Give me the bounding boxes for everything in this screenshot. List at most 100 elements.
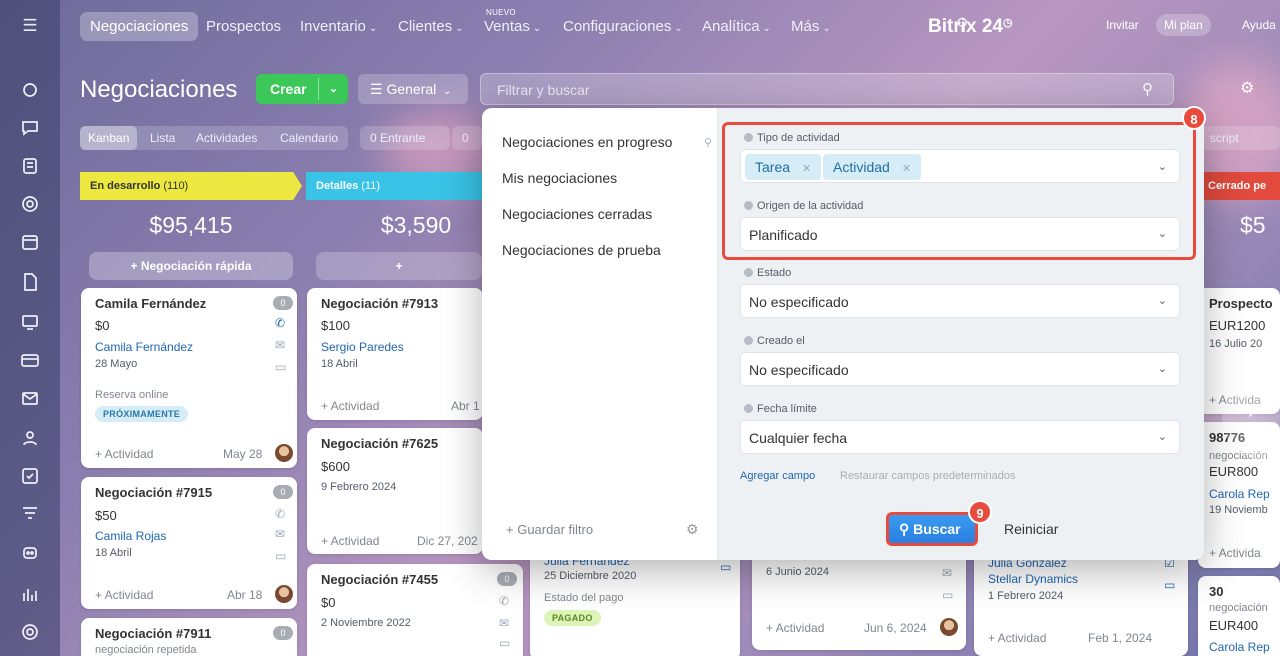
deal-card[interactable]: 30 negociación EUR400 Carola Rep xyxy=(1198,576,1280,656)
deal-card[interactable]: Negociación #7915 0 $50 Camila Rojas ✆ ✉… xyxy=(81,477,297,609)
chat-icon[interactable]: ▭ xyxy=(942,588,953,602)
counter-badge: 0 xyxy=(273,485,293,499)
nav-configuraciones[interactable]: Configuraciones ⌄ xyxy=(563,18,683,35)
nav-mas[interactable]: Más ⌄ xyxy=(791,18,831,35)
category-icon: ☰ xyxy=(370,81,383,97)
created-date-select[interactable]: No especificado ⌄ xyxy=(740,352,1180,386)
search-button[interactable]: ⚲ Buscar xyxy=(886,512,978,546)
nav-ventas[interactable]: Ventas ⌄ xyxy=(484,18,541,35)
pin-icon[interactable]: ⚲ xyxy=(704,136,712,149)
nav-negociaciones[interactable]: Negociaciones xyxy=(80,12,199,41)
mail-icon[interactable] xyxy=(18,386,42,410)
plan-button[interactable]: Mi plan xyxy=(1156,14,1211,36)
menu-icon[interactable]: ☰ xyxy=(18,14,42,38)
chevron-down-icon: ⌄ xyxy=(674,23,683,34)
chevron-down-icon: ⌄ xyxy=(532,23,542,34)
tab-calendario[interactable]: Calendario xyxy=(280,131,338,145)
nav-analitica[interactable]: Analítica ⌄ xyxy=(702,18,771,35)
search-icon[interactable]: ⚲ xyxy=(1142,80,1153,98)
chat-icon[interactable]: ▭ xyxy=(275,360,286,374)
column-header-en-desarrollo[interactable]: En desarrollo (110) xyxy=(80,172,302,200)
deal-card[interactable]: Negociación #7911 0 negociación repetida xyxy=(81,618,297,656)
documents-icon[interactable] xyxy=(18,270,42,294)
mail-icon[interactable]: ✉ xyxy=(275,338,285,352)
checklist-icon[interactable] xyxy=(18,464,42,488)
script-button[interactable]: script xyxy=(1200,126,1280,150)
deal-card[interactable]: Negociación #7913 $100 Sergio Paredes 18… xyxy=(307,288,483,420)
chat-icon[interactable]: ▭ xyxy=(499,636,510,650)
deal-card[interactable]: Negociación #7625 $600 9 Febrero 2024 + … xyxy=(307,428,483,554)
counter-other[interactable]: 0 xyxy=(452,126,482,150)
save-filter-button[interactable]: + Guardar filtro xyxy=(506,522,593,537)
chevron-down-icon: ⌄ xyxy=(1157,295,1167,307)
search-icon: ⚲ xyxy=(899,521,910,537)
chat-icon[interactable]: ▭ xyxy=(1164,578,1175,592)
general-button[interactable]: ☰ General ⌄ xyxy=(358,74,468,104)
avatar xyxy=(275,444,293,462)
chat-icon[interactable] xyxy=(18,116,42,140)
add-activity[interactable]: + Actividad xyxy=(321,534,379,548)
feed-icon[interactable] xyxy=(18,78,42,102)
preset-en-progreso[interactable]: Negociaciones en progreso xyxy=(502,134,672,150)
robot-icon[interactable] xyxy=(18,540,42,564)
nav-prospectos[interactable]: Prospectos xyxy=(206,18,281,35)
calendar-icon[interactable] xyxy=(18,230,42,254)
preset-cerradas[interactable]: Negociaciones cerradas xyxy=(502,206,652,222)
sites-icon[interactable] xyxy=(18,310,42,334)
status-badge: PRÓXIMAMENTE xyxy=(95,406,189,422)
mail-icon[interactable]: ✉ xyxy=(499,616,509,630)
column-header-cerrado[interactable]: Cerrado pe xyxy=(1198,172,1280,200)
left-sidebar: ☰ xyxy=(0,0,60,656)
tab-lista[interactable]: Lista xyxy=(150,131,175,145)
create-button[interactable]: Crear ⌄ xyxy=(256,74,348,104)
gear-icon[interactable]: ⚙ xyxy=(1240,78,1264,102)
column-header-detalles[interactable]: Detalles (11) xyxy=(306,172,486,200)
counter-entrante[interactable]: 0 Entrante xyxy=(360,126,450,150)
search-input[interactable]: Filtrar y buscar xyxy=(480,73,1174,105)
add-activity[interactable]: + Actividad xyxy=(766,621,824,635)
status-select[interactable]: No especificado ⌄ xyxy=(740,284,1180,318)
phone-icon[interactable]: ✆ xyxy=(275,507,285,521)
mail-icon[interactable]: ✉ xyxy=(275,527,285,541)
preset-mis-negociaciones[interactable]: Mis negociaciones xyxy=(502,170,617,186)
gear-icon[interactable]: ⚙ xyxy=(686,521,699,538)
phone-icon[interactable]: ✆ xyxy=(499,594,509,608)
payments-icon[interactable] xyxy=(18,348,42,372)
tab-actividades[interactable]: Actividades xyxy=(196,131,257,145)
highlight-box xyxy=(722,122,1196,260)
deal-card[interactable]: Camila Fernández 0 $0 Camila Fernández ✆… xyxy=(81,288,297,468)
crm-icon[interactable] xyxy=(18,192,42,216)
add-activity[interactable]: + Actividad xyxy=(321,399,379,413)
filter-presets: Negociaciones en progreso ⚲ Mis negociac… xyxy=(482,108,718,560)
analytics-icon[interactable] xyxy=(18,582,42,606)
help-button[interactable]: Ayuda xyxy=(1234,14,1280,36)
tab-kanban[interactable]: Kanban xyxy=(80,126,138,150)
preset-prueba[interactable]: Negociaciones de prueba xyxy=(502,242,661,258)
invite-button[interactable]: Invitar xyxy=(1098,14,1147,36)
chevron-down-icon: ⌄ xyxy=(762,23,771,34)
deal-card[interactable]: Negociación #7455 0 $0 ✆ ✉ ▭ 2 Noviembre… xyxy=(307,564,523,656)
field-label: Fecha límite xyxy=(744,403,817,415)
quick-deal-button[interactable]: + Negociación rápida xyxy=(89,252,293,280)
settings-icon[interactable] xyxy=(18,620,42,644)
tasks-icon[interactable] xyxy=(18,154,42,178)
chevron-down-icon: ⌄ xyxy=(1157,363,1167,375)
phone-icon[interactable]: ✆ xyxy=(275,316,285,330)
deadline-select[interactable]: Cualquier fecha ⌄ xyxy=(740,420,1180,454)
callout-number: 9 xyxy=(968,500,992,524)
add-field-link[interactable]: Agregar campo xyxy=(740,470,815,482)
reset-button[interactable]: Reiniciar xyxy=(1004,521,1058,537)
filter-icon[interactable] xyxy=(18,502,42,526)
restore-fields-link[interactable]: Restaurar campos predeterminados xyxy=(840,470,1015,482)
mail-icon[interactable]: ✉ xyxy=(942,566,952,580)
add-activity[interactable]: + Actividad xyxy=(95,447,153,461)
nav-clientes[interactable]: Clientes ⌄ xyxy=(398,18,464,35)
chat-icon[interactable]: ▭ xyxy=(275,549,286,563)
add-activity[interactable]: + Actividad xyxy=(988,631,1046,645)
chat-icon[interactable]: ▭ xyxy=(720,560,731,574)
contacts-icon[interactable] xyxy=(18,426,42,450)
nav-inventario[interactable]: Inventario ⌄ xyxy=(300,18,377,35)
add-activity[interactable]: + Activida xyxy=(1209,546,1261,560)
quick-deal-button[interactable]: + xyxy=(316,252,482,280)
add-activity[interactable]: + Actividad xyxy=(95,588,153,602)
